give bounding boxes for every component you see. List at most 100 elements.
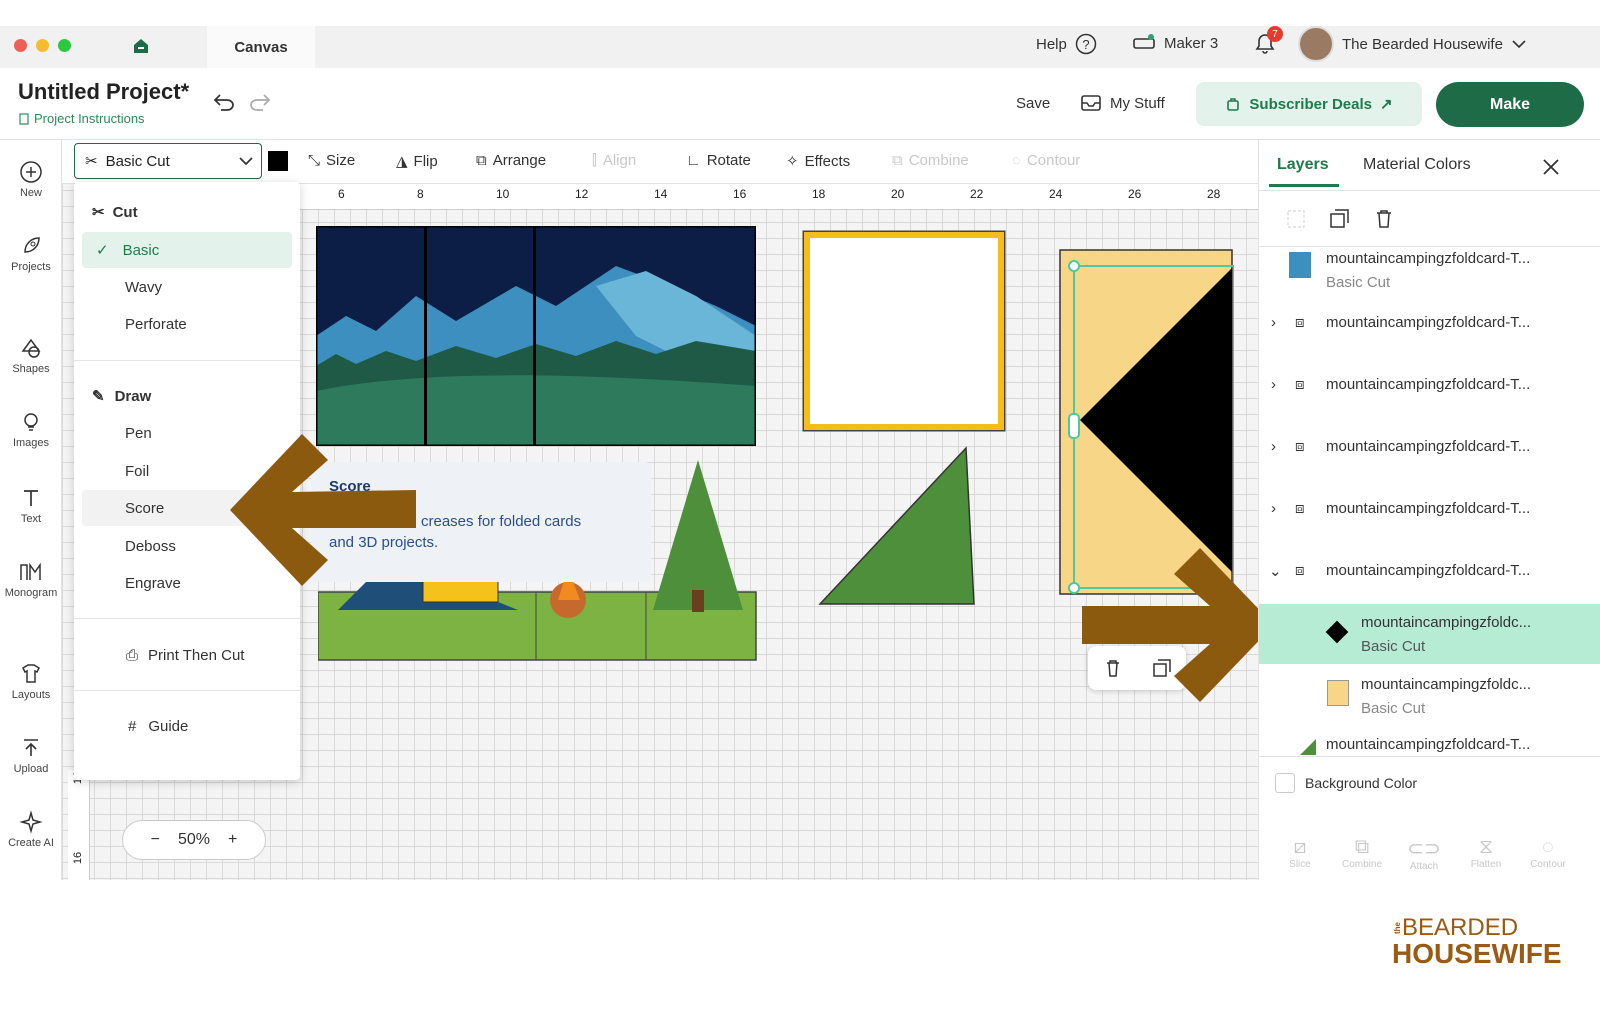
rail-shapes[interactable]: Shapes — [0, 336, 62, 375]
subscriber-deals-label: Subscriber Deals — [1249, 95, 1372, 113]
flatten-label: Flatten — [1470, 859, 1502, 870]
contour-label: Contour — [1026, 152, 1081, 169]
redo-icon[interactable] — [248, 91, 272, 113]
shirt-icon — [22, 664, 40, 683]
rotate-tool[interactable]: ∟ Rotate — [686, 152, 751, 169]
rail-monogram-label: Monogram — [4, 587, 58, 599]
user-menu[interactable]: The Bearded Housewife — [1298, 26, 1527, 62]
tab-layers[interactable]: Layers — [1277, 156, 1329, 174]
layer-name: mountaincampingzfoldcard-T... — [1326, 438, 1531, 455]
flatten-tool[interactable]: ⧖ Flatten — [1461, 836, 1511, 870]
document-icon — [19, 112, 29, 125]
close-icon[interactable] — [1541, 157, 1561, 177]
menu-item-guide[interactable]: # Guide — [74, 708, 300, 744]
rotate-icon: ∟ — [686, 152, 701, 169]
rail-new[interactable]: New — [0, 160, 62, 199]
rail-layouts-label: Layouts — [11, 689, 51, 701]
arrange-tool[interactable]: ⧉ Arrange — [476, 152, 546, 169]
maximize-window-button[interactable] — [58, 39, 71, 52]
rail-images[interactable]: Images — [0, 410, 62, 449]
background-color-label: Background Color — [1305, 775, 1418, 791]
save-button[interactable]: Save — [1016, 95, 1050, 112]
layer-name: mountaincampingzfoldcard-T... — [1326, 314, 1531, 331]
active-tab-indicator — [1269, 184, 1339, 187]
rail-text[interactable]: Text — [0, 486, 62, 525]
watermark-line2: HOUSEWIFE — [1392, 938, 1562, 969]
layer-row[interactable]: mountaincampingzfoldcard-T... Basic Cut — [1259, 240, 1600, 302]
rail-projects[interactable]: Projects — [0, 234, 62, 273]
checkmark-icon: ✓ — [96, 242, 109, 259]
panel-divider — [1259, 756, 1600, 757]
menu-item-perforate[interactable]: Perforate — [74, 306, 300, 342]
slice-tool[interactable]: ⧄ Slice — [1275, 836, 1325, 870]
layer-name: mountaincampingzfoldcard-T... — [1326, 736, 1531, 753]
chevron-right-icon: › — [1271, 438, 1276, 455]
contour-tool[interactable]: ◌ Contour — [1012, 152, 1080, 169]
project-title[interactable]: Untitled Project* — [18, 79, 189, 105]
layer-group-row[interactable]: › ⧈ mountaincampingzfoldcard-T... — [1259, 490, 1600, 552]
help-button[interactable]: Help ? — [1036, 33, 1097, 55]
layer-row-selected[interactable]: mountaincampingzfoldc... Basic Cut — [1259, 604, 1600, 664]
machine-selector[interactable]: Maker 3 — [1132, 33, 1218, 53]
zoom-in-button[interactable]: + — [228, 831, 237, 849]
menu-divider — [74, 618, 300, 619]
left-arrow-annotation — [230, 434, 416, 586]
group-icon[interactable] — [1285, 208, 1307, 230]
rail-upload[interactable]: Upload — [0, 736, 62, 775]
left-rail: New Projects Shapes Images Text Monogram… — [0, 140, 62, 880]
rail-layouts[interactable]: Layouts — [0, 662, 62, 701]
rail-shapes-label: Shapes — [12, 363, 50, 375]
edit-toolbar: ✂ Basic Cut ⤡ Size ◮ Flip ⧉ Arrange ⫿ Align … — [62, 140, 1258, 184]
arrange-label: Arrange — [492, 152, 547, 169]
ruler-tick: 24 — [1049, 187, 1063, 201]
minimize-window-button[interactable] — [36, 39, 49, 52]
zoom-control: − 50% + — [122, 820, 266, 860]
machine-icon — [1133, 34, 1155, 49]
mountain-scene-panel[interactable] — [316, 226, 756, 446]
close-window-button[interactable] — [14, 39, 27, 52]
subscriber-deals-button[interactable]: Subscriber Deals ↗ — [1196, 82, 1422, 126]
layer-row[interactable]: mountaincampingzfoldc... Basic Cut — [1259, 666, 1600, 728]
project-instructions-link[interactable]: Project Instructions — [18, 111, 145, 126]
guide-icon: # — [128, 717, 137, 735]
resize-icon: ⤡ — [308, 152, 321, 169]
combine-bottom-tool[interactable]: ⧉ Combine — [1337, 836, 1387, 870]
scissors-icon: ✂ — [85, 153, 98, 170]
menu-item-wavy[interactable]: Wavy — [74, 269, 300, 305]
combine-tool[interactable]: ⧉ Combine — [892, 152, 969, 169]
notifications-button[interactable]: 7 — [1252, 26, 1283, 58]
background-color-checkbox[interactable] — [1275, 773, 1295, 793]
effects-tool[interactable]: ✧ Effects — [786, 152, 850, 171]
tab-material-colors[interactable]: Material Colors — [1363, 156, 1471, 174]
rail-monogram[interactable]: Monogram — [0, 560, 62, 599]
zoom-out-button[interactable]: − — [151, 831, 160, 849]
align-tool[interactable]: ⫿ Align — [592, 152, 636, 169]
rail-upload-label: Upload — [13, 763, 49, 775]
menu-item-basic[interactable]: ✓ Basic — [82, 232, 292, 268]
duplicate-icon[interactable] — [1329, 208, 1351, 230]
layer-group-row[interactable]: › ⧈ mountaincampingzfoldcard-T... — [1259, 428, 1600, 490]
make-button[interactable]: Make — [1436, 82, 1584, 127]
flip-tool[interactable]: ◮ Flip — [396, 152, 438, 171]
contour-bottom-tool[interactable]: ◌ Contour — [1523, 836, 1573, 870]
green-triangle-shape[interactable] — [816, 444, 981, 609]
rail-create-ai[interactable]: Create AI — [0, 810, 62, 849]
undo-icon[interactable] — [212, 91, 236, 113]
white-square-panel[interactable] — [804, 232, 1004, 430]
layer-name: mountaincampingzfoldcard-T... — [1326, 376, 1531, 393]
operation-select[interactable]: ✂ Basic Cut — [74, 143, 262, 179]
layer-group-row[interactable]: › ⧈ mountaincampingzfoldcard-T... — [1259, 304, 1600, 366]
chevron-down-icon — [1512, 40, 1526, 49]
layer-group-row[interactable]: › ⧈ mountaincampingzfoldcard-T... — [1259, 366, 1600, 428]
layer-thumbnail — [1289, 252, 1311, 278]
home-icon[interactable] — [131, 36, 151, 56]
flip-icon: ◮ — [396, 153, 408, 170]
ruler-tick: 16 — [733, 187, 747, 201]
menu-item-print-then-cut[interactable]: ⎙ Print Then Cut — [74, 637, 300, 673]
attach-tool[interactable]: ⊂⊃ Attach — [1399, 836, 1449, 872]
my-stuff-button[interactable]: My Stuff — [1080, 94, 1165, 112]
tab-canvas[interactable]: Canvas — [207, 26, 315, 68]
trash-icon[interactable] — [1373, 208, 1395, 230]
size-tool[interactable]: ⤡ Size — [308, 152, 355, 169]
color-swatch[interactable] — [268, 151, 288, 171]
